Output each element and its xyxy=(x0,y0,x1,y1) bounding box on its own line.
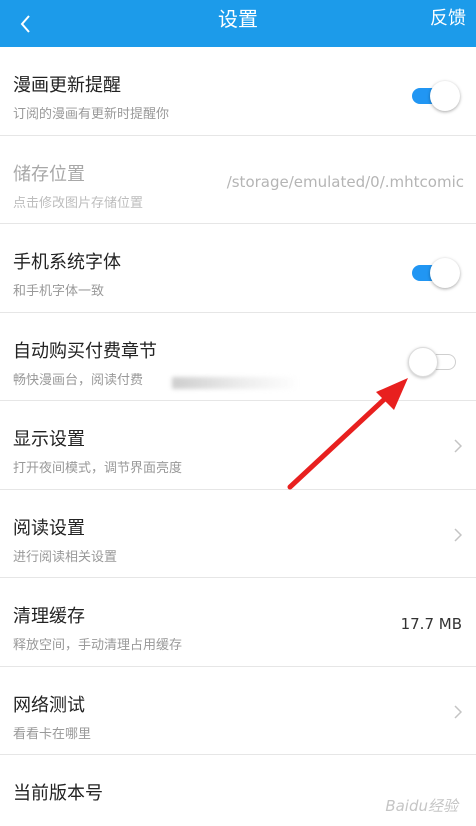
storage-path-value: /storage/emulated/0/.mhtcomic xyxy=(226,172,464,191)
setting-title: 自动购买付费章节 xyxy=(13,340,157,362)
cache-size-value: 17.7 MB xyxy=(400,615,462,633)
setting-title: 手机系统字体 xyxy=(13,252,121,273)
update-reminder-toggle[interactable] xyxy=(408,81,460,111)
auto-purchase-toggle[interactable] xyxy=(408,346,460,377)
setting-display[interactable]: 显示设置 打开夜间模式，调节界面亮度 xyxy=(0,401,476,490)
chevron-right-icon xyxy=(454,704,462,719)
setting-title: 显示设置 xyxy=(13,429,85,450)
setting-subtitle: 释放空间，手动清理占用缓存 xyxy=(13,638,183,653)
title-bar: 设置 反馈 xyxy=(0,0,476,47)
setting-update-reminder[interactable]: 漫画更新提醒 订阅的漫画有更新时提醒你 xyxy=(0,47,476,136)
page-title: 设置 xyxy=(218,7,258,31)
watermark-logo: Baidu经验 xyxy=(385,797,458,815)
setting-storage-location[interactable]: 储存位置 点击修改图片存储位置 /storage/emulated/0/.mht… xyxy=(0,135,476,224)
setting-title: 当前版本号 xyxy=(13,783,103,804)
setting-subtitle: 点击修改图片存储位置 xyxy=(13,195,144,211)
setting-subtitle: 订阅的漫画有更新时提醒你 xyxy=(13,107,170,122)
setting-subtitle: 和手机字体一致 xyxy=(13,284,105,299)
setting-subtitle: 打开夜间模式，调节界面亮度 xyxy=(13,461,183,476)
system-font-toggle[interactable] xyxy=(408,258,460,288)
setting-subtitle: 进行阅读相关设置 xyxy=(13,549,118,565)
setting-reading[interactable]: 阅读设置 进行阅读相关设置 xyxy=(0,489,476,578)
redacted-text-overlay xyxy=(172,377,300,389)
setting-title: 漫画更新提醒 xyxy=(13,75,121,96)
setting-title: 储存位置 xyxy=(13,163,85,185)
setting-network-test[interactable]: 网络测试 看看卡在哪里 xyxy=(0,666,476,755)
setting-system-font[interactable]: 手机系统字体 和手机字体一致 xyxy=(0,224,476,313)
chevron-right-icon xyxy=(454,527,462,542)
setting-subtitle: 畅快漫画台，阅读付费 xyxy=(13,372,144,388)
setting-title: 清理缓存 xyxy=(13,606,85,627)
setting-title: 阅读设置 xyxy=(13,517,85,539)
setting-title: 网络测试 xyxy=(13,694,85,716)
setting-clear-cache[interactable]: 清理缓存 释放空间，手动清理占用缓存 17.7 MB xyxy=(0,578,476,667)
chevron-right-icon xyxy=(454,439,462,453)
setting-subtitle: 看看卡在哪里 xyxy=(13,726,92,742)
feedback-button[interactable]: 反馈 xyxy=(430,6,466,32)
settings-list: 漫画更新提醒 订阅的漫画有更新时提醒你 储存位置 点击修改图片存储位置 /sto… xyxy=(0,47,476,826)
